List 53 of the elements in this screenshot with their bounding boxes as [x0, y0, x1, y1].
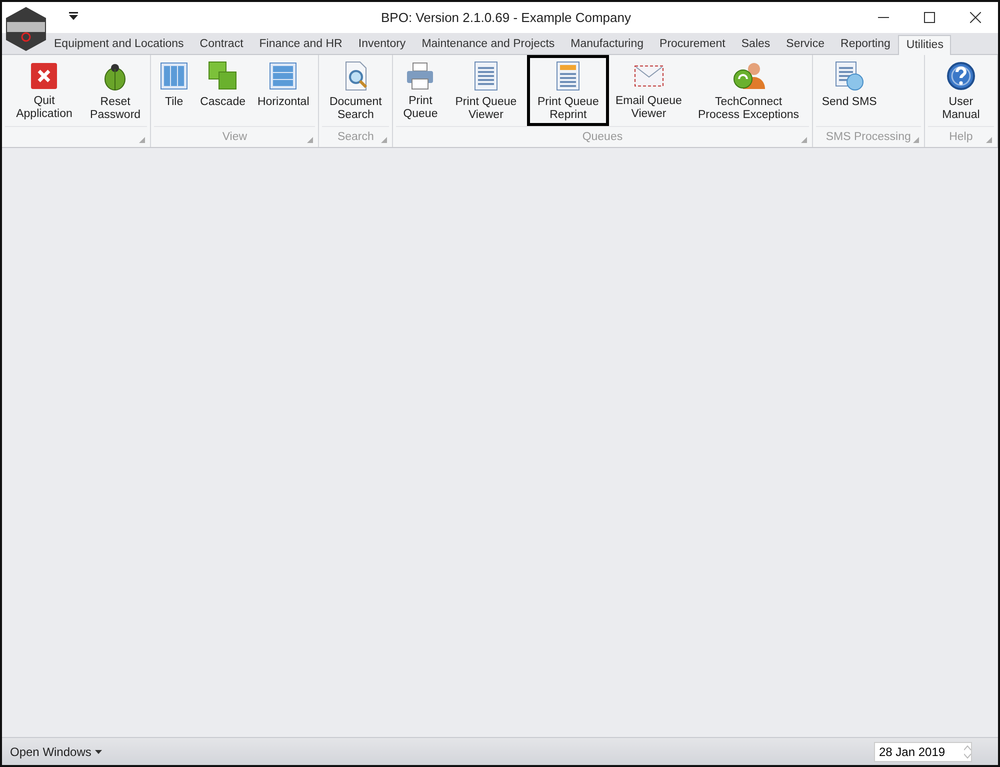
group-label: Help	[949, 131, 973, 143]
dialog-launcher-icon[interactable]	[912, 137, 919, 143]
rows-icon	[269, 61, 298, 91]
ribbon-tab[interactable]: Maintenance and Projects	[414, 34, 563, 54]
spinner-icon[interactable]	[964, 744, 971, 758]
ribbon-button[interactable]: Email Queue Viewer	[609, 55, 688, 126]
caret-icon	[69, 12, 78, 20]
close-icon	[970, 12, 980, 23]
ribbon-button[interactable]: Send SMS	[816, 55, 883, 126]
ribbon-tab[interactable]: Contract	[192, 34, 252, 54]
ribbon-tab[interactable]: Inventory	[350, 34, 414, 54]
document-globe-icon	[834, 61, 864, 91]
ribbon-button[interactable]: Reset Password	[84, 55, 148, 126]
group-label: Search	[337, 131, 374, 143]
ribbon-tab[interactable]: Service	[778, 34, 833, 54]
ribbon-button[interactable]: Print Queue Reprint	[527, 55, 610, 126]
window-title: BPO: Version 2.1.0.69 - Example Company	[380, 10, 632, 25]
printer-icon	[405, 61, 436, 90]
maximize-icon	[924, 12, 934, 23]
ribbon-button[interactable]: User Manual	[928, 55, 994, 126]
open-windows-menu[interactable]: Open Windows	[8, 744, 104, 758]
ribbon-tab[interactable]: Sales	[733, 34, 778, 54]
close-icon	[30, 61, 58, 90]
caret-icon	[95, 750, 102, 754]
ribbon-tab[interactable]: Finance and HR	[251, 34, 350, 54]
ribbon-button[interactable]: Document Search	[322, 55, 390, 126]
ribbon-button[interactable]: Cascade	[194, 55, 252, 126]
ribbon-tab[interactable]: Equipment and Locations	[46, 34, 192, 54]
dialog-launcher-icon[interactable]	[800, 137, 807, 143]
dialog-launcher-icon[interactable]	[307, 137, 314, 143]
date-field[interactable]: 28 Jan 2019	[874, 742, 972, 762]
ribbon-button[interactable]: Tile	[154, 55, 194, 126]
ribbon-button[interactable]: Print Queue	[396, 55, 445, 126]
document-icon	[556, 61, 580, 91]
minimize-icon	[878, 17, 888, 18]
columns-icon	[160, 61, 188, 91]
group-label: SMS Processing	[826, 131, 911, 143]
dialog-launcher-icon[interactable]	[381, 137, 388, 143]
document-icon	[474, 61, 498, 91]
dialog-launcher-icon[interactable]	[986, 137, 992, 143]
ribbon-button[interactable]: Quit Application	[5, 55, 84, 126]
ribbon-tab[interactable]: Utilities	[898, 35, 952, 55]
overlapping-squares-icon	[208, 61, 238, 91]
group-label: Queues	[582, 131, 623, 143]
dialog-launcher-icon[interactable]	[139, 137, 146, 143]
ribbon-tab[interactable]: Procurement	[652, 34, 734, 54]
ribbon-tab[interactable]: Reporting	[832, 34, 898, 54]
group-label: View	[222, 131, 248, 143]
help-icon	[946, 61, 976, 91]
ribbon-button[interactable]: Print Queue Viewer	[444, 55, 528, 126]
ribbon-tab[interactable]: Manufacturing	[562, 34, 652, 54]
ribbon-button[interactable]: Horizontal	[251, 55, 316, 126]
ribbon-button[interactable]: TechConnect Process Exceptions	[688, 55, 809, 126]
